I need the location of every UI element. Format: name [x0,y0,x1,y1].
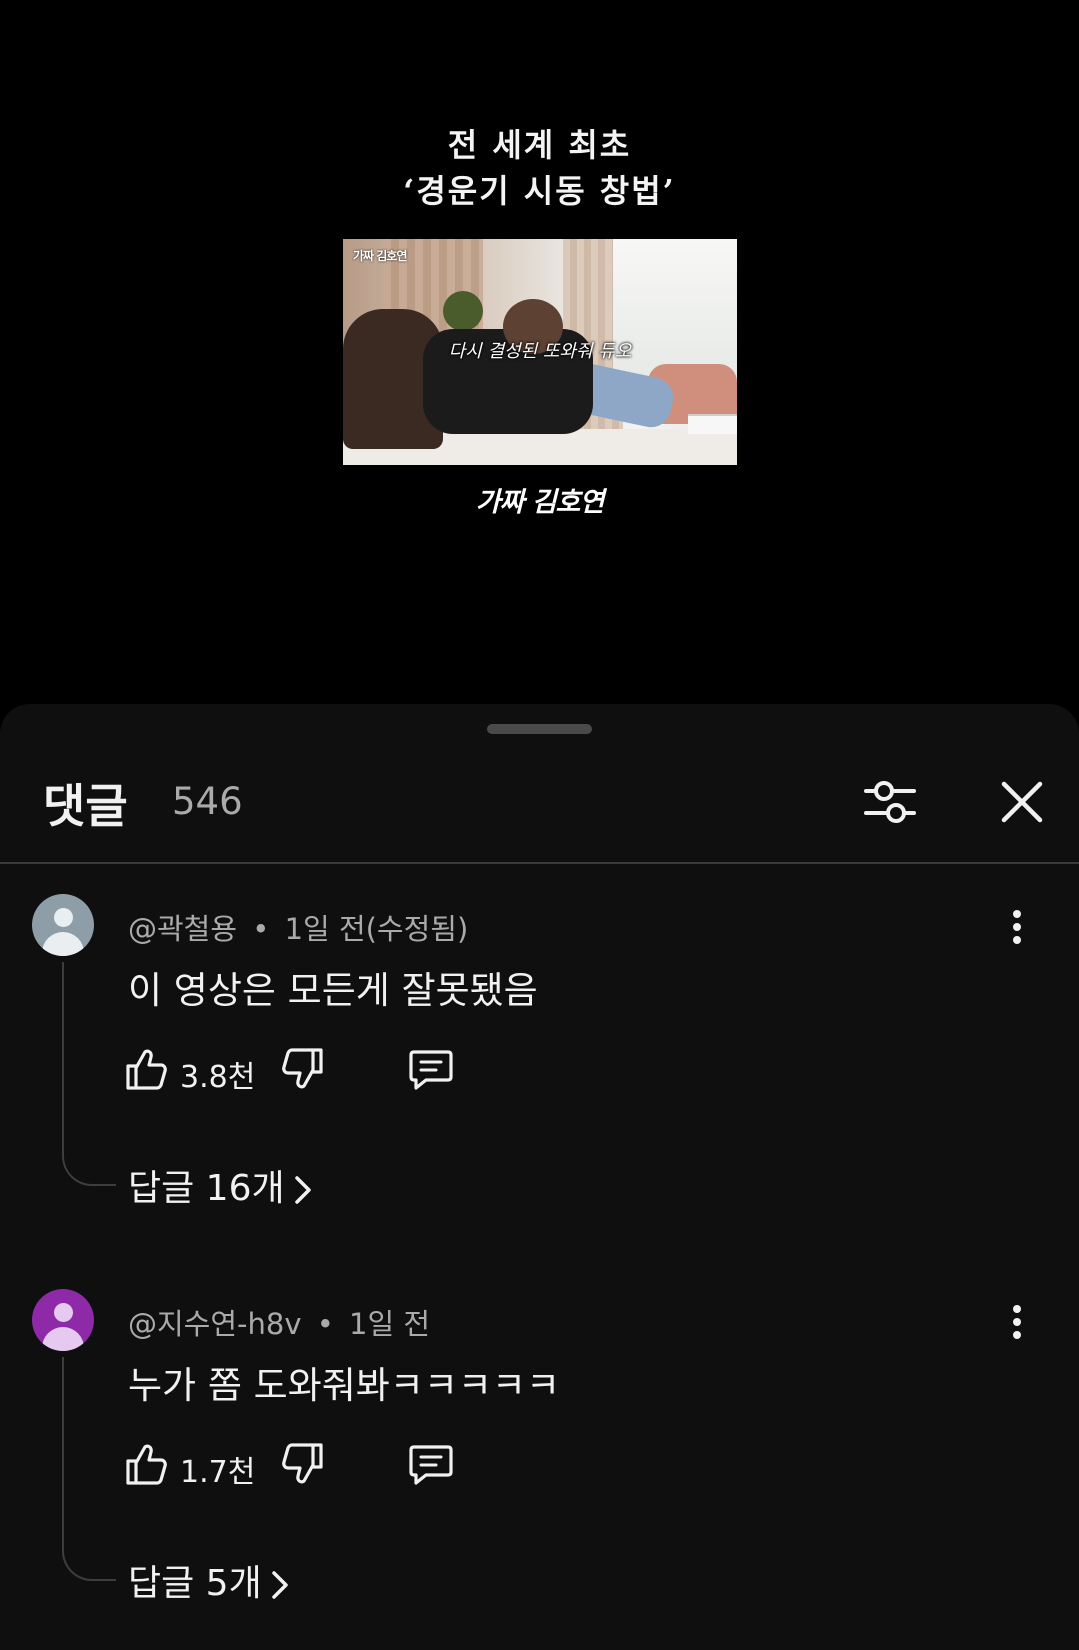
sort-filter-button[interactable] [862,774,918,830]
comment-options-button[interactable] [1000,1299,1034,1345]
reply-thread-line [62,1357,116,1581]
comment-bubble-icon [409,1445,453,1485]
comment-options-button[interactable] [1000,904,1034,950]
more-vert-icon [1013,910,1021,944]
comments-title: 댓글 [43,779,128,833]
comment-author[interactable]: @곽철용 [128,912,237,946]
thumbs-up-icon [126,1049,167,1090]
comment-author[interactable]: @지수연-h8v [128,1307,302,1341]
thumbs-down-icon [282,1443,323,1484]
header-divider [0,862,1079,864]
comment-actions: 3.8천 [124,1046,464,1096]
view-replies-link[interactable]: 답글 16개 [128,1159,315,1211]
comment-bubble-icon [409,1050,453,1090]
avatar[interactable] [32,1289,94,1351]
comment-text: 이 영상은 모든게 잘못됐음 [128,969,538,1012]
comments-header: 댓글 546 [0,764,1079,844]
view-replies-link[interactable]: 답글 5개 [128,1554,292,1606]
thumbs-up-icon [126,1444,167,1485]
drag-handle[interactable] [487,724,592,734]
comment-text: 누가 쫌 도와줘봐ㅋㅋㅋㅋㅋ [128,1364,561,1407]
video-player[interactable]: 전 세계 최초 ‘경운기 시동 창법’ 가짜 김호연 다시 결성된 또와줘 듀오… [0,0,1079,704]
thumbs-down-icon [282,1048,323,1089]
comment-time: 1일 전 [349,1307,431,1341]
comment-actions: 1.7천 [124,1441,464,1491]
comments-count: 546 [172,780,243,823]
sliders-icon [864,781,916,823]
close-icon [1001,781,1043,823]
comment-meta: @곽철용 • 1일 전(수정됨) [128,906,468,948]
chevron-right-icon [294,1176,311,1204]
thumbnail-watermark: 가짜 김호연 [353,249,407,263]
like-count: 1.7천 [180,1455,256,1490]
like-button[interactable] [124,1441,170,1487]
close-button[interactable] [994,774,1050,830]
reply-thread-line [62,962,116,1186]
more-vert-icon [1013,1305,1021,1339]
comment-meta: @지수연-h8v • 1일 전 [128,1301,430,1343]
reply-button[interactable] [408,1046,454,1092]
like-count: 3.8천 [180,1060,256,1095]
video-thumbnail: 가짜 김호연 다시 결성된 또와줘 듀오 [343,239,737,465]
video-title-line-2: ‘경운기 시동 창법’ [403,172,676,210]
meta-separator: • [252,912,270,946]
reply-button[interactable] [408,1441,454,1487]
replies-label: 답글 5개 [128,1563,262,1604]
dislike-button[interactable] [279,1441,325,1487]
channel-logo: 가짜 김호연 [475,487,605,518]
meta-separator: • [316,1307,334,1341]
avatar[interactable] [32,894,94,956]
comment-time: 1일 전(수정됨) [284,912,469,946]
replies-label: 답글 16개 [128,1168,285,1209]
like-button[interactable] [124,1046,170,1092]
chevron-right-icon [271,1571,288,1599]
thumbnail-caption: 다시 결성된 또와줘 듀오 [448,341,632,362]
dislike-button[interactable] [279,1046,325,1092]
video-title-line-1: 전 세계 최초 [447,126,632,164]
comments-sheet: 댓글 546 @곽철용 • 1일 전(수정됨) 이 영상은 모든게 잘못됐음 3… [0,704,1079,1650]
